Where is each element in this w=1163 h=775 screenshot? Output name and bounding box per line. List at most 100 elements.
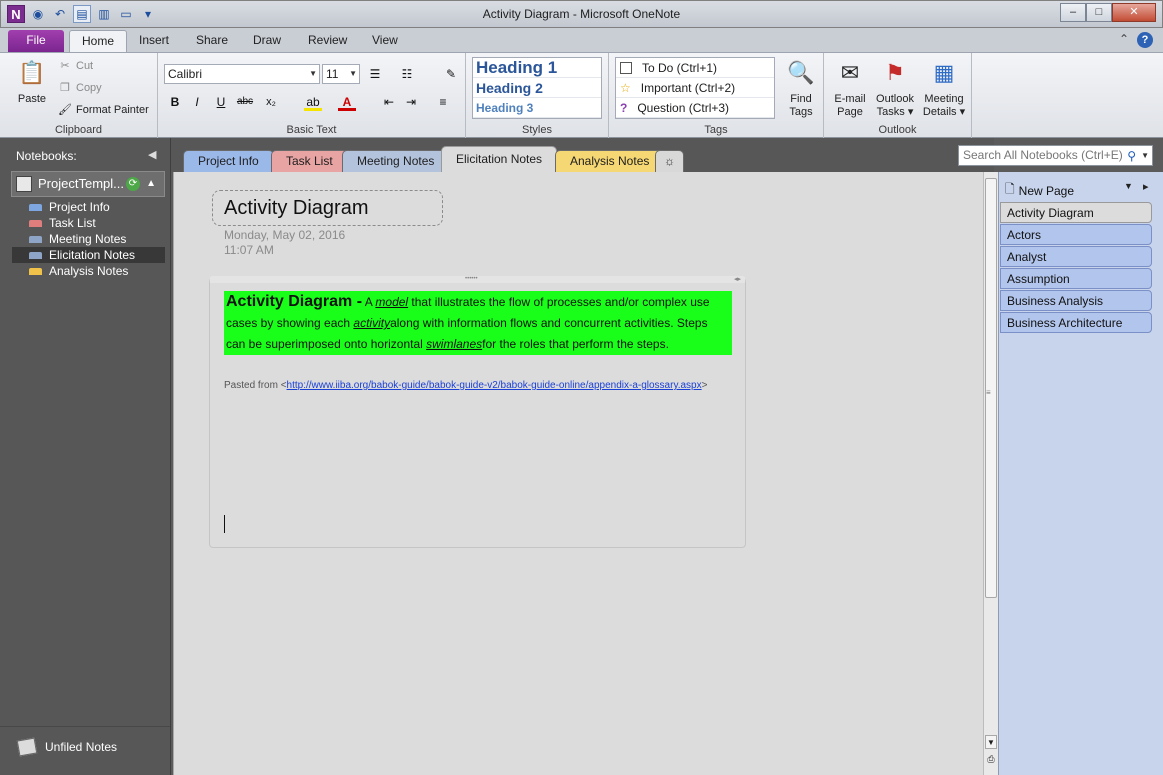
tab-review[interactable]: Review (296, 30, 359, 52)
section-tab-icon (29, 252, 42, 259)
new-page-dropdown-icon[interactable]: ▼ (1124, 181, 1133, 191)
align-icon[interactable]: ≡ (434, 93, 452, 111)
page-time-text: 11:07 AM (224, 243, 274, 257)
tab-section-task-list[interactable]: Task List (271, 150, 348, 172)
meeting-details-button[interactable]: ▦ Meeting Details ▾ (920, 57, 968, 119)
unfiled-notes-label: Unfiled Notes (45, 740, 118, 754)
new-section-tab-icon[interactable]: ☼ (655, 150, 684, 172)
help-icon[interactable]: ? (1137, 32, 1153, 48)
new-page-button[interactable]: 🗋 New Page (1005, 180, 1074, 201)
tab-insert[interactable]: Insert (127, 30, 181, 52)
font-name-combo[interactable]: Calibri ▼ (164, 64, 320, 84)
search-placeholder: Search All Notebooks (Ctrl+E) (963, 148, 1123, 162)
underline-icon[interactable]: U (212, 93, 230, 111)
page-item-analyst[interactable]: Analyst (1000, 246, 1152, 267)
expand-page-list-icon[interactable]: ▸ (1143, 180, 1149, 193)
font-size-value: 11 (326, 67, 339, 81)
bullets-icon[interactable]: ☰ (366, 65, 384, 83)
section-tab-icon (29, 220, 42, 227)
container-move-handle-icon[interactable]: •••••• (465, 276, 478, 282)
close-button[interactable]: ✕ (1112, 3, 1156, 22)
maximize-button[interactable]: □ (1086, 3, 1112, 22)
search-scope-dropdown-icon[interactable]: ▼ (1141, 146, 1149, 165)
tab-file[interactable]: File (8, 30, 64, 52)
text-cursor (224, 515, 225, 533)
scissors-icon: ✂ (60, 60, 70, 72)
subscript-icon[interactable]: x₂ (262, 93, 280, 111)
page-item-business-analysis[interactable]: Business Analysis (1000, 290, 1152, 311)
find-tags-button[interactable]: 🔍 Find Tags (781, 57, 821, 119)
unfiled-notes[interactable]: Unfiled Notes (0, 726, 170, 775)
tags-group-label: Tags (704, 124, 728, 136)
style-heading-1[interactable]: Heading 1 (473, 58, 601, 78)
nav-section-label: Analysis Notes (49, 264, 129, 278)
tag-question[interactable]: ? Question (Ctrl+3) (616, 98, 774, 118)
outlook-tasks-label-1: Outlook (876, 93, 914, 105)
format-painter-button[interactable]: 🖌 Format Painter (58, 103, 149, 117)
italic-icon[interactable]: I (188, 93, 206, 111)
highlighted-definition[interactable]: Activity Diagram - A model that illustra… (224, 291, 732, 355)
strikethrough-icon[interactable]: abc (236, 93, 254, 111)
nav-section-analysis-notes[interactable]: Analysis Notes (12, 263, 165, 279)
style-heading-3[interactable]: Heading 3 (473, 98, 601, 118)
clipboard-group-label: Clipboard (54, 124, 103, 136)
increase-indent-icon[interactable]: ⇥ (402, 93, 420, 111)
page-title[interactable]: Activity Diagram (212, 190, 443, 226)
style-heading-2[interactable]: Heading 2 (473, 78, 601, 98)
font-size-combo[interactable]: 11 ▼ (322, 64, 360, 84)
collapse-nav-icon[interactable]: ◀ (148, 148, 156, 161)
minimize-ribbon-icon[interactable]: ⌃ (1119, 32, 1129, 48)
tags-gallery: To Do (Ctrl+1) ☆ Important (Ctrl+2) ? Ques… (615, 57, 775, 119)
tab-share[interactable]: Share (184, 30, 240, 52)
page-item-business-architecture[interactable]: Business Architecture (1000, 312, 1152, 333)
numbering-icon[interactable]: ☷ (398, 65, 416, 83)
tag-to-do[interactable]: To Do (Ctrl+1) (616, 58, 774, 78)
flag-icon: ⚑ (885, 60, 905, 85)
tag-important[interactable]: ☆ Important (Ctrl+2) (616, 78, 774, 98)
decrease-indent-icon[interactable]: ⇤ (380, 93, 398, 111)
scroll-down-icon[interactable]: ▼ (985, 735, 997, 749)
page-scrollbar[interactable]: ≡ ▼ ⎙ (983, 172, 998, 775)
outlook-tasks-button[interactable]: ⚑ Outlook Tasks ▾ (872, 57, 918, 119)
tab-section-project-info[interactable]: Project Info (183, 150, 274, 172)
nav-section-task-list[interactable]: Task List (12, 215, 165, 231)
container-resize-handle-icon[interactable]: ◂▸ (734, 275, 741, 283)
new-page-icon: 🗋 (1005, 182, 1015, 196)
page-item-activity-diagram[interactable]: Activity Diagram (1000, 202, 1152, 223)
copy-button[interactable]: ❐ Copy (58, 81, 102, 95)
search-icon[interactable]: ⚲ (1127, 147, 1136, 166)
tab-view[interactable]: View (360, 30, 410, 52)
search-input[interactable]: Search All Notebooks (Ctrl+E) ⚲ ▼ (958, 145, 1153, 166)
window-title-app: Microsoft OneNote (580, 7, 681, 21)
ribbon-tab-strip: File Home Insert Share Draw Review View … (0, 28, 1163, 52)
nav-section-meeting-notes[interactable]: Meeting Notes (12, 231, 165, 247)
tab-section-elicitation-notes[interactable]: Elicitation Notes (441, 146, 558, 172)
ribbon: 📋 Paste ✂ Cut ❐ Copy 🖌 Format Painter Clipb… (0, 52, 1163, 138)
collapse-notebook-icon[interactable]: ▲ (146, 172, 156, 196)
tab-draw[interactable]: Draw (241, 30, 293, 52)
tab-home[interactable]: Home (69, 30, 128, 52)
new-page-scroll-icon[interactable]: ⎙ (985, 752, 997, 766)
clear-formatting-icon[interactable]: ✎ (442, 65, 460, 83)
email-page-button[interactable]: ✉ E-mail Page (830, 57, 870, 119)
minimize-button[interactable]: – (1060, 3, 1086, 22)
nav-section-elicitation-notes[interactable]: Elicitation Notes (12, 247, 165, 263)
window-controls: – □ ✕ (1060, 3, 1156, 22)
outlook-group-label: Outlook (878, 124, 917, 136)
nav-section-project-info[interactable]: Project Info (12, 199, 165, 215)
page-item-actors[interactable]: Actors (1000, 224, 1152, 245)
highlight-icon[interactable]: ab (304, 93, 322, 111)
note-container[interactable]: •••••• ◂▸ Activity Diagram - A model tha… (209, 276, 746, 548)
cut-button[interactable]: ✂ Cut (58, 59, 93, 73)
notebook-item[interactable]: ProjectTempl... ⟳ ▲ (11, 171, 165, 197)
tab-section-meeting-notes[interactable]: Meeting Notes (342, 150, 450, 172)
page-item-assumption[interactable]: Assumption (1000, 268, 1152, 289)
paste-button[interactable]: 📋 Paste (14, 57, 50, 106)
bold-icon[interactable]: B (166, 93, 184, 111)
tab-section-analysis-notes[interactable]: Analysis Notes (555, 150, 665, 172)
source-link[interactable]: http://www.iiba.org/babok-guide/babok-gu… (287, 380, 702, 391)
page-canvas[interactable]: Activity Diagram Monday, May 02, 2016 11… (173, 172, 983, 775)
checkbox-icon (620, 61, 632, 74)
sync-status-icon[interactable]: ⟳ (126, 177, 140, 191)
font-color-icon[interactable]: A (338, 93, 356, 111)
